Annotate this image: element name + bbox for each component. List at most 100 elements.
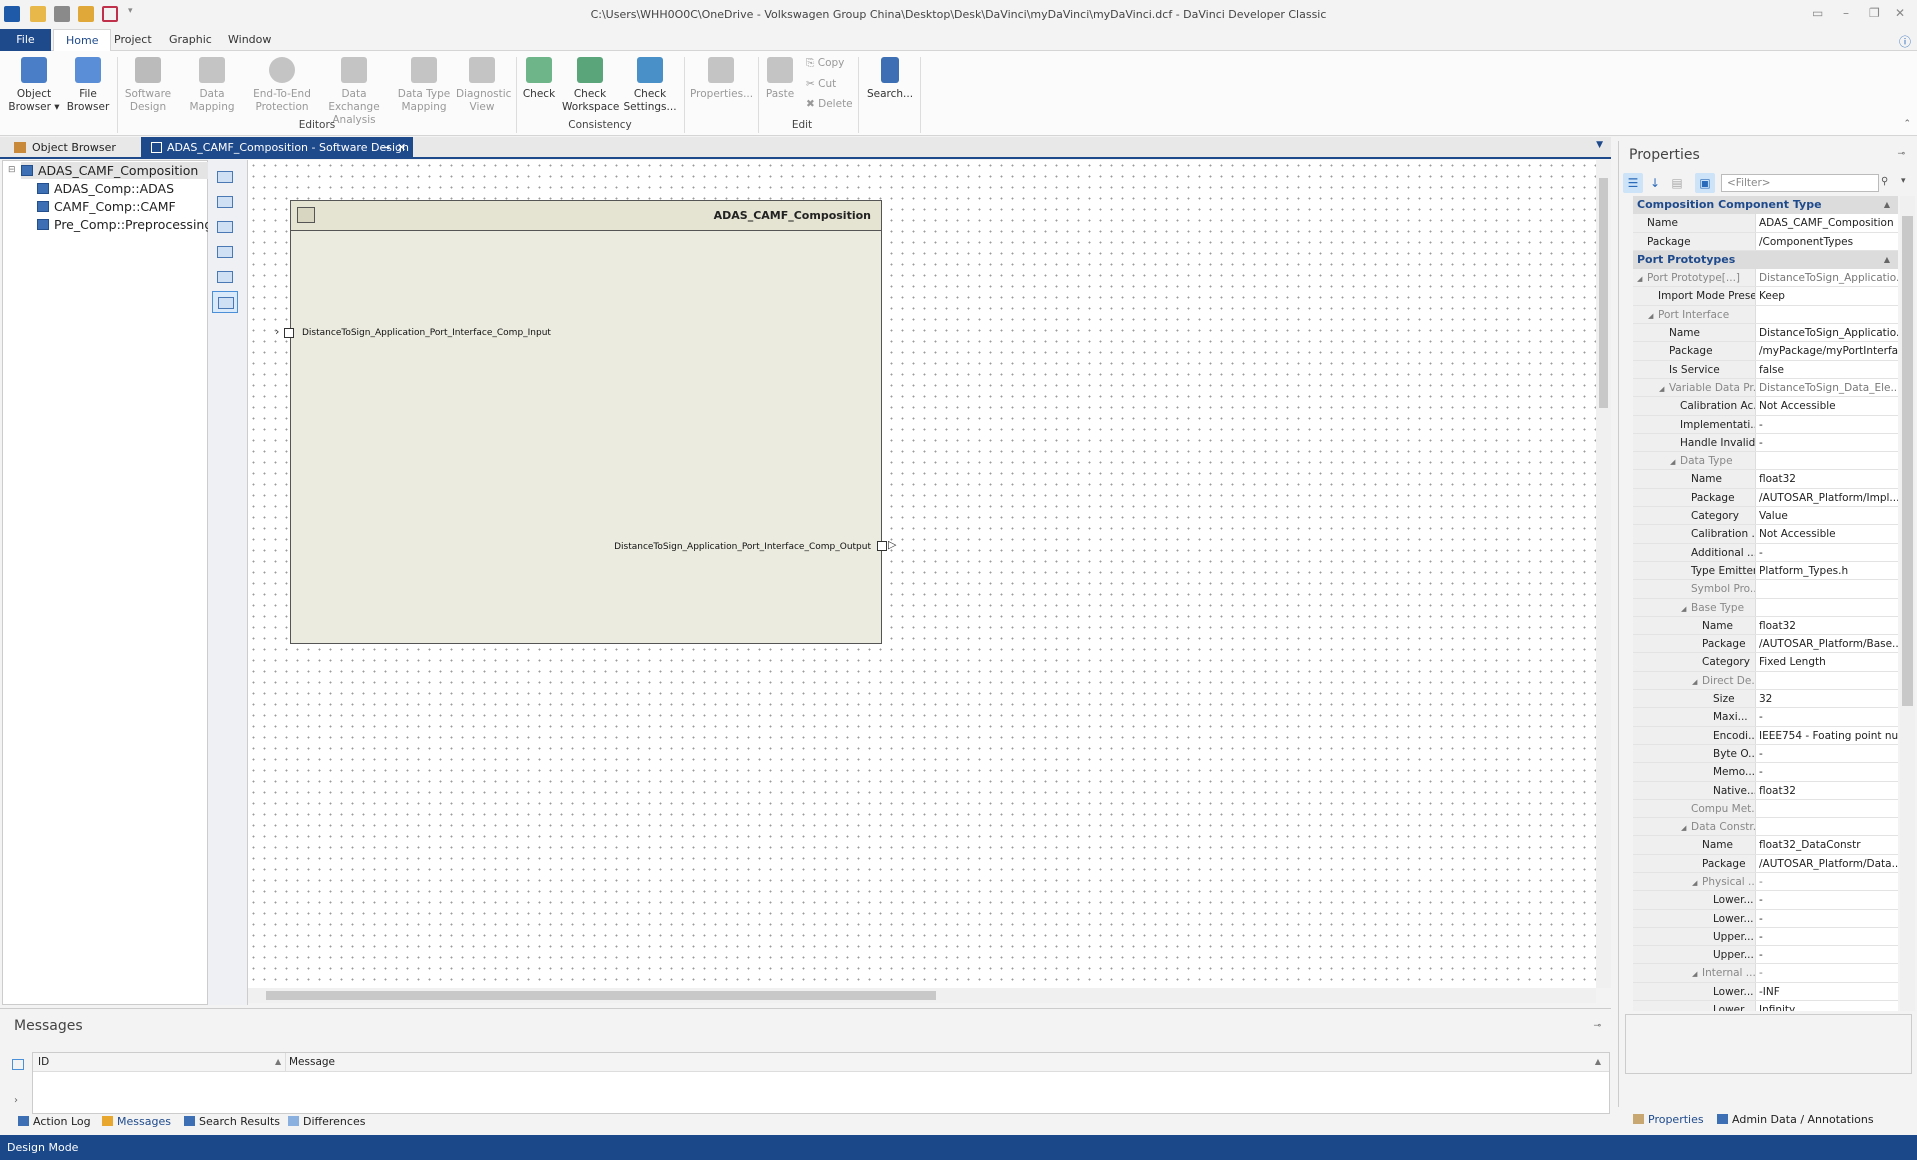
connect-tool-button[interactable] (212, 216, 238, 238)
properties-scrollbar[interactable] (1900, 196, 1915, 1011)
info-icon[interactable]: ⓘ (1899, 33, 1911, 50)
property-row[interactable]: ◢Direct De... (1633, 672, 1898, 690)
property-value[interactable]: Value (1756, 507, 1898, 524)
input-port[interactable] (284, 328, 294, 338)
file-browser-button[interactable]: File Browser (66, 57, 110, 114)
expand-triangle-icon[interactable]: ◢ (1670, 453, 1680, 469)
tab-graphic[interactable]: Graphic (157, 29, 224, 51)
collapse-icon[interactable]: ⊟ (8, 165, 16, 175)
sort-alpha-button[interactable]: ↓ (1645, 173, 1665, 193)
property-row[interactable]: CategoryFixed Length (1633, 653, 1898, 671)
property-value[interactable]: - (1756, 891, 1898, 908)
tab-messages[interactable]: Messages (102, 1115, 171, 1128)
property-value[interactable] (1756, 800, 1898, 817)
close-icon[interactable]: ✕ (1895, 6, 1905, 20)
property-value[interactable]: - (1756, 910, 1898, 927)
property-value[interactable]: DistanceToSign_Applicatio... (1756, 269, 1898, 286)
expand-triangle-icon[interactable]: ◢ (1659, 380, 1669, 396)
filter-input[interactable]: <Filter> (1721, 174, 1879, 192)
pin-icon[interactable]: ⊸ (381, 137, 390, 159)
tab-list-dropdown-icon[interactable]: ▼ (1596, 140, 1603, 150)
property-row[interactable]: Namefloat32 (1633, 470, 1898, 488)
property-row[interactable]: Calibration ...Not Accessible (1633, 525, 1898, 543)
connect-tool-button[interactable] (212, 191, 238, 213)
output-port[interactable] (877, 541, 887, 551)
property-value[interactable]: float32_DataConstr (1756, 836, 1898, 853)
property-row[interactable]: Package/ComponentTypes (1633, 233, 1898, 251)
scrollbar-thumb[interactable] (1902, 216, 1913, 706)
property-value[interactable]: DistanceToSign_Data_Ele... (1756, 379, 1898, 396)
property-row[interactable]: Compu Met... (1633, 800, 1898, 818)
property-row[interactable]: ◢Data Type (1633, 452, 1898, 470)
tab-action-log[interactable]: Action Log (18, 1115, 91, 1128)
column-message[interactable]: Message (289, 1053, 335, 1071)
object-browser-button[interactable]: Object Browser ▾ (8, 57, 60, 114)
cut-button[interactable]: ✂ Cut (806, 78, 836, 90)
tree-item[interactable]: Pre_Comp::Preprocessing (37, 216, 212, 233)
property-value[interactable]: - (1756, 745, 1898, 762)
tab-admin-data[interactable]: Admin Data / Annotations (1717, 1113, 1874, 1126)
property-value[interactable] (1756, 580, 1898, 597)
property-value[interactable] (1756, 452, 1898, 469)
expand-triangle-icon[interactable]: ◢ (1692, 965, 1702, 981)
expand-triangle-icon[interactable]: ◢ (1692, 874, 1702, 890)
property-value[interactable]: - (1756, 873, 1898, 890)
tab-software-design[interactable]: ADAS_CAMF_Composition - Software Design⊸… (141, 137, 413, 159)
property-row[interactable]: Encodi...IEEE754 - Foating point nu... (1633, 727, 1898, 745)
property-row[interactable]: Memo...- (1633, 763, 1898, 781)
property-row[interactable]: Upper...- (1633, 928, 1898, 946)
expand-triangle-icon[interactable]: ◢ (1681, 819, 1691, 835)
property-value[interactable] (1756, 818, 1898, 835)
tab-window[interactable]: Window (216, 29, 283, 51)
tab-project[interactable]: Project (102, 29, 164, 51)
property-row[interactable]: Namefloat32 (1633, 617, 1898, 635)
property-value[interactable]: IEEE754 - Foating point nu... (1756, 727, 1898, 744)
component-tool-button[interactable] (212, 266, 238, 288)
property-value[interactable]: - (1756, 708, 1898, 725)
maximize-icon[interactable]: ❐ (1869, 6, 1880, 20)
check-workspace-button[interactable]: Check Workspace (562, 57, 618, 114)
property-value[interactable]: ADAS_CAMF_Composition (1756, 214, 1898, 231)
search-button[interactable]: Search... (864, 57, 916, 101)
tree-item-root[interactable]: ADAS_CAMF_Composition (21, 162, 224, 179)
expand-triangle-icon[interactable]: ◢ (1692, 673, 1702, 689)
property-value[interactable]: -INF (1756, 983, 1898, 1000)
property-value[interactable]: 32 (1756, 690, 1898, 707)
property-row[interactable]: Lower...Infinity (1633, 1001, 1898, 1011)
property-pages-button[interactable]: ▤ (1667, 173, 1687, 193)
property-row[interactable]: Lower...-INF (1633, 983, 1898, 1001)
property-row[interactable]: Symbol Pro... (1633, 580, 1898, 598)
composition-tool-button[interactable] (212, 291, 238, 313)
check-button[interactable]: Check (520, 57, 558, 101)
tab-file[interactable]: File (0, 29, 51, 51)
horizontal-scrollbar[interactable] (248, 988, 1596, 1003)
property-row[interactable]: Package/myPackage/myPortInterfa... (1633, 342, 1898, 360)
minimize-icon[interactable]: – (1843, 6, 1849, 20)
tab-search-results[interactable]: Search Results (184, 1115, 280, 1128)
search-icon[interactable]: ⚲ (1881, 176, 1888, 187)
property-row[interactable]: NameADAS_CAMF_Composition (1633, 214, 1898, 232)
collapse-icon[interactable]: ▲ (1595, 1053, 1601, 1071)
tab-properties[interactable]: Properties (1633, 1113, 1704, 1126)
software-design-button[interactable]: Software Design (122, 57, 174, 114)
property-value[interactable]: /myPackage/myPortInterfa... (1756, 342, 1898, 359)
collapse-section-icon[interactable]: ▲ (1884, 251, 1890, 269)
property-row[interactable]: Package/AUTOSAR_Platform/Data... (1633, 855, 1898, 873)
component-tool-button[interactable] (212, 241, 238, 263)
property-row[interactable]: Maxi...- (1633, 708, 1898, 726)
property-value[interactable]: - (1756, 434, 1898, 451)
delete-button[interactable]: ✖ Delete (806, 98, 853, 110)
property-value[interactable]: DistanceToSign_Applicatio... (1756, 324, 1898, 341)
property-row[interactable]: Import Mode PresetKeep (1633, 287, 1898, 305)
property-row[interactable]: Is Servicefalse (1633, 361, 1898, 379)
property-row[interactable]: Type EmitterPlatform_Types.h (1633, 562, 1898, 580)
properties-button[interactable]: Properties... (690, 57, 752, 101)
data-exchange-analysis-button[interactable]: Data Exchange Analysis (318, 57, 390, 127)
property-row[interactable]: Package/AUTOSAR_Platform/Base... (1633, 635, 1898, 653)
property-row[interactable]: ◢Data Constr... (1633, 818, 1898, 836)
diagram-canvas[interactable]: ADAS_CAMF_Composition › DistanceToSign_A… (248, 160, 1596, 988)
description-toggle-button[interactable]: ▣ (1695, 173, 1715, 193)
property-row[interactable]: Byte O...- (1633, 745, 1898, 763)
data-type-mapping-button[interactable]: Data Type Mapping (394, 57, 454, 114)
property-value[interactable]: - (1756, 416, 1898, 433)
